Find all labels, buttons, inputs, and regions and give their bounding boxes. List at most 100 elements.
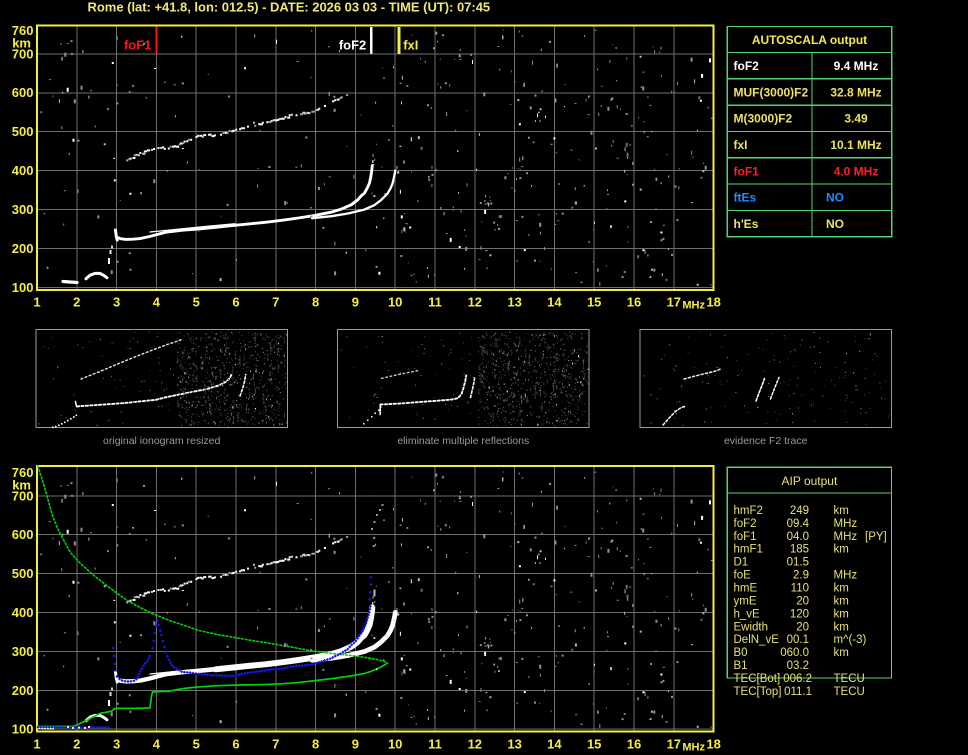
svg-text:11: 11 (428, 737, 442, 752)
svg-text:MHz: MHz (682, 742, 705, 754)
svg-text:7: 7 (272, 737, 279, 752)
svg-text:01.5: 01.5 (787, 557, 809, 569)
svg-text:13: 13 (507, 737, 521, 752)
svg-text:MHz: MHz (834, 518, 858, 530)
svg-text:400: 400 (12, 163, 34, 178)
svg-text:eliminate multiple reflections: eliminate multiple reflections (397, 435, 529, 447)
svg-text:m^(-3): m^(-3) (834, 634, 867, 646)
svg-text:hmE: hmE (734, 583, 758, 595)
svg-text:2: 2 (73, 295, 80, 310)
svg-text:NO: NO (826, 217, 844, 231)
svg-text:1: 1 (33, 737, 40, 752)
svg-text:Rome (lat: +41.8, lon: 012.5): Rome (lat: +41.8, lon: 012.5) - DATE: 20… (88, 0, 491, 15)
svg-text:1: 1 (33, 295, 40, 310)
svg-text:9.4 MHz: 9.4 MHz (834, 59, 879, 73)
svg-text:9: 9 (352, 737, 359, 752)
svg-text:300: 300 (12, 202, 34, 217)
svg-text:hmF1: hmF1 (734, 544, 763, 556)
svg-text:B0: B0 (734, 647, 748, 659)
svg-text:10: 10 (388, 737, 402, 752)
svg-text:evidence F2 trace: evidence F2 trace (724, 435, 808, 447)
svg-text:14: 14 (547, 295, 562, 310)
svg-text:12: 12 (468, 737, 482, 752)
svg-text:006.2: 006.2 (783, 673, 812, 685)
svg-text:TEC[Top]: TEC[Top] (734, 686, 782, 698)
svg-text:[PY]: [PY] (865, 531, 887, 543)
svg-text:18: 18 (706, 737, 720, 752)
svg-text:8: 8 (312, 295, 319, 310)
svg-text:400: 400 (12, 605, 34, 620)
svg-text:10.1 MHz: 10.1 MHz (830, 138, 881, 152)
svg-text:TEC[Bot]: TEC[Bot] (734, 673, 781, 685)
svg-text:4: 4 (153, 737, 161, 752)
svg-text:100: 100 (12, 280, 34, 295)
svg-text:060.0: 060.0 (780, 647, 809, 659)
svg-text:B1: B1 (734, 660, 748, 672)
svg-text:500: 500 (12, 124, 34, 139)
svg-text:10: 10 (388, 295, 402, 310)
svg-text:foF1: foF1 (734, 164, 760, 178)
svg-text:16: 16 (627, 737, 641, 752)
svg-text:20: 20 (796, 621, 809, 633)
svg-text:12: 12 (468, 295, 482, 310)
svg-text:8: 8 (312, 737, 319, 752)
svg-text:120: 120 (790, 608, 809, 620)
svg-text:15: 15 (587, 295, 601, 310)
svg-text:km: km (834, 595, 849, 607)
svg-text:249: 249 (790, 505, 809, 517)
svg-text:600: 600 (12, 527, 34, 542)
svg-text:16: 16 (627, 295, 641, 310)
svg-text:2.9: 2.9 (793, 570, 809, 582)
svg-text:18: 18 (706, 295, 720, 310)
svg-text:MUF(3000)F2: MUF(3000)F2 (734, 85, 809, 99)
svg-text:20: 20 (796, 595, 809, 607)
svg-text:h'Es: h'Es (734, 217, 759, 231)
svg-text:09.4: 09.4 (787, 518, 810, 530)
svg-text:5: 5 (193, 737, 200, 752)
svg-text:011.1: 011.1 (784, 686, 812, 698)
svg-text:6: 6 (232, 295, 239, 310)
svg-text:4: 4 (153, 295, 161, 310)
svg-text:14: 14 (547, 737, 562, 752)
svg-text:3.49: 3.49 (844, 112, 868, 126)
svg-text:km: km (834, 608, 849, 620)
svg-text:NO: NO (826, 191, 844, 205)
svg-text:15: 15 (587, 737, 601, 752)
svg-text:13: 13 (507, 295, 521, 310)
svg-text:km: km (834, 583, 849, 595)
svg-text:foF1: foF1 (124, 38, 151, 53)
svg-text:foE: foE (734, 570, 752, 582)
svg-text:200: 200 (12, 241, 34, 256)
svg-text:foF2: foF2 (734, 518, 757, 530)
svg-text:km: km (834, 621, 849, 633)
svg-text:km: km (834, 647, 849, 659)
svg-text:DelN_vE: DelN_vE (734, 634, 780, 646)
svg-text:M(3000)F2: M(3000)F2 (734, 112, 793, 126)
svg-text:17: 17 (667, 295, 681, 310)
svg-text:TECU: TECU (834, 673, 865, 685)
svg-text:TECU: TECU (834, 686, 865, 698)
svg-text:185: 185 (790, 544, 809, 556)
svg-text:600: 600 (12, 85, 34, 100)
svg-text:foF1: foF1 (734, 531, 757, 543)
svg-text:D1: D1 (734, 557, 749, 569)
svg-text:AIP output: AIP output (781, 474, 837, 488)
svg-text:03.2: 03.2 (787, 660, 809, 672)
svg-text:300: 300 (12, 644, 34, 659)
svg-text:200: 200 (12, 683, 34, 698)
svg-text:7: 7 (272, 295, 279, 310)
svg-text:MHz: MHz (834, 570, 858, 582)
svg-text:500: 500 (12, 566, 34, 581)
svg-text:2: 2 (73, 737, 80, 752)
svg-text:original ionogram resized: original ionogram resized (103, 435, 220, 447)
svg-text:foF2: foF2 (734, 59, 760, 73)
svg-text:foF2: foF2 (339, 38, 366, 53)
svg-text:5: 5 (193, 295, 200, 310)
svg-text:hmF2: hmF2 (734, 505, 763, 517)
svg-text:17: 17 (667, 737, 681, 752)
svg-text:11: 11 (428, 295, 442, 310)
svg-text:ymE: ymE (734, 595, 757, 607)
svg-text:MHz: MHz (682, 300, 705, 312)
svg-text:3: 3 (113, 737, 120, 752)
svg-text:MHz: MHz (834, 531, 858, 543)
